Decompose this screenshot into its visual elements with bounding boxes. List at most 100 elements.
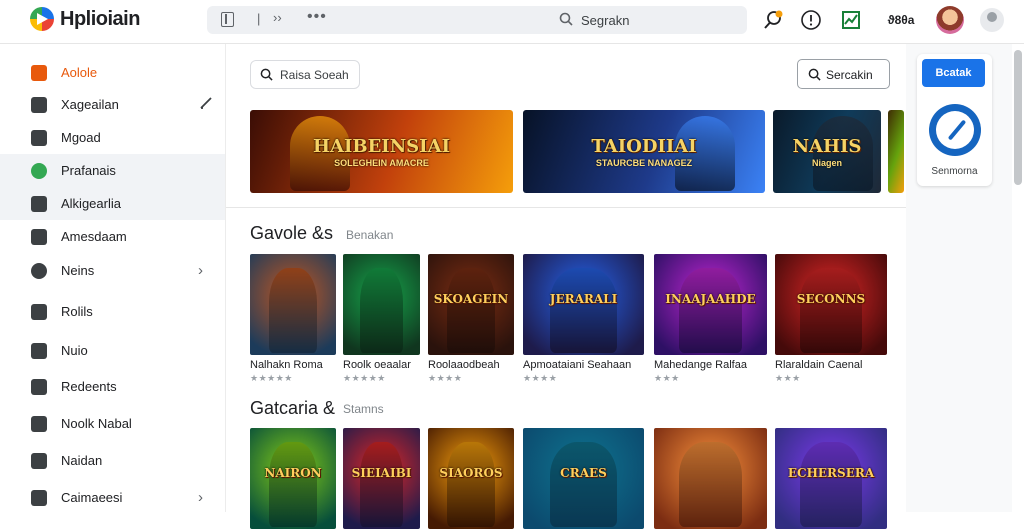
game-thumbnail[interactable] [654,428,767,529]
pencil-icon[interactable] [198,95,214,115]
main-content: Raisa Soeah Sercakin HAIBEINSIAI SOLEGHEI… [226,44,906,529]
search-button[interactable]: Sercakin [797,59,890,89]
box-icon [31,129,47,146]
star-rating: ★★★★★ [250,373,293,383]
search-icon [31,262,47,279]
sidebar-item-label: Naidan [61,453,103,468]
sidebar-item-label: Alkigearlia [61,196,121,211]
book-icon[interactable] [221,12,234,27]
search-pill-label: Raisa Soeah [280,68,349,82]
game-logo-text: ECHERSERA [787,466,875,480]
section-title: Gavole &s [250,223,334,243]
sidebar-item[interactable]: Prafanais [0,154,225,187]
featured-banner[interactable]: TAIODIIAI STAURCBE NANAGEZ [523,110,765,193]
sidebar-item[interactable]: Alkigearlia [0,187,225,220]
game-character [678,442,743,527]
compass-icon [929,104,981,156]
chevron-right-icon[interactable]: › [198,262,203,279]
search-icon[interactable] [760,7,786,33]
app-title: Hplioiain [60,8,140,30]
avatar[interactable] [936,6,964,34]
banner-title: TAIODIIAI [591,136,697,157]
section-subtitle[interactable]: Benakan [346,228,393,242]
sidebar-item[interactable]: Noolk Nabal [0,407,225,440]
game-thumbnail[interactable]: SECONNS [775,254,887,355]
game-thumbnail[interactable]: SKOAGEIN [428,254,514,355]
star-rating: ★★★★ [523,373,558,383]
section-subtitle[interactable]: Stamns [343,402,384,416]
sidebar-item[interactable]: Neins › [0,254,225,287]
promo-button[interactable]: Bcatak [922,59,985,87]
featured-banner[interactable]: HAIBEINSIAI SOLEGHEIN AMACRE [250,110,513,193]
sidebar-item[interactable]: Naidan [0,444,225,477]
game-thumbnail[interactable]: SIEIAIBI [343,428,420,529]
sidebar-item[interactable]: Mgoad [0,121,225,154]
banner-subtitle: STAURCBE NANAGEZ [595,158,693,168]
right-panel: Bcatak Senmorna [906,44,1012,512]
section-divider [226,207,906,208]
game-thumbnail[interactable] [250,254,336,355]
featured-banner[interactable] [888,110,904,193]
chart-icon[interactable] [838,7,864,33]
game-logo-text: NAIRON [264,466,322,480]
sidebar-item[interactable]: Amesdaam [0,220,225,253]
gear-icon [31,489,47,506]
sidebar-item-label: Redeents [61,379,117,394]
search-separator: | [257,11,261,26]
game-title: Roolaaodbeah [428,359,500,371]
game-logo-text: JERARALI [549,292,618,306]
game-thumbnail[interactable] [343,254,420,355]
featured-banner[interactable]: NAHIS Niagen [773,110,881,193]
chevron-right-icon[interactable]: ›› [273,10,282,25]
promo-label: Senmorna [931,166,978,177]
sidebar-item-label: Rolils [61,304,93,319]
sidebar-item[interactable]: Nuio [0,334,225,367]
app-logo-icon[interactable] [30,7,54,31]
game-logo-text: CRAES [560,466,607,480]
game-thumbnail[interactable]: NAIRON [250,428,336,529]
chevron-right-icon[interactable]: › [198,489,203,506]
camera-icon [31,452,47,469]
star-rating: ★★★ [775,373,801,383]
game-logo-text: SKOAGEIN [433,292,509,306]
banner-subtitle: SOLEGHEIN AMACRE [334,158,429,168]
scrollbar[interactable] [1014,50,1022,185]
game-character [678,268,743,353]
game-title: Roolk oeaalar [343,359,411,371]
sidebar-item-label: Neins [61,263,95,278]
star-rating: ★★★★ [428,373,463,383]
text-icon[interactable]: ϑ8θa [884,7,918,33]
check-circle-icon [31,162,47,179]
game-character [268,268,318,353]
archive-icon [31,415,47,432]
sidebar-item[interactable]: Xageailan [0,88,225,121]
sidebar-item[interactable]: Aolole [0,56,225,89]
game-thumbnail[interactable]: INAAJAAHDE [654,254,767,355]
document-icon [31,378,47,395]
search-placeholder[interactable]: Segrakn [581,13,629,28]
game-title: Apmoataiani Seahaan [523,359,632,371]
game-thumbnail[interactable]: CRAES [523,428,644,529]
sidebar-item-label: Amesdaam [61,229,127,244]
image-icon [31,96,47,113]
game-logo-text: SIEIAIBI [351,466,412,480]
star-rating: ★★★ [654,373,680,383]
alert-icon[interactable] [798,7,824,33]
game-thumbnail[interactable]: JERARALI [523,254,644,355]
content-search-input[interactable]: Raisa Soeah [250,60,360,89]
global-search-bar[interactable]: | ›› ••• Segrakn [207,6,747,34]
sidebar-item[interactable]: Caimaeesi › [0,481,225,514]
game-logo-text: SIAOROS [439,466,503,480]
sidebar-item[interactable]: Redeents [0,370,225,403]
sidebar-item[interactable]: Rolils [0,295,225,328]
app-promo-card[interactable]: Bcatak Senmorna [917,54,992,186]
more-dots-icon[interactable]: ••• [307,8,327,26]
game-character [268,442,318,527]
user-icon[interactable] [980,8,1004,32]
home-icon [31,228,47,245]
game-thumbnail[interactable]: SIAOROS [428,428,514,529]
search-icon [808,68,821,81]
game-character [446,268,496,353]
monitor-icon [31,195,47,212]
game-thumbnail[interactable]: ECHERSERA [775,428,887,529]
